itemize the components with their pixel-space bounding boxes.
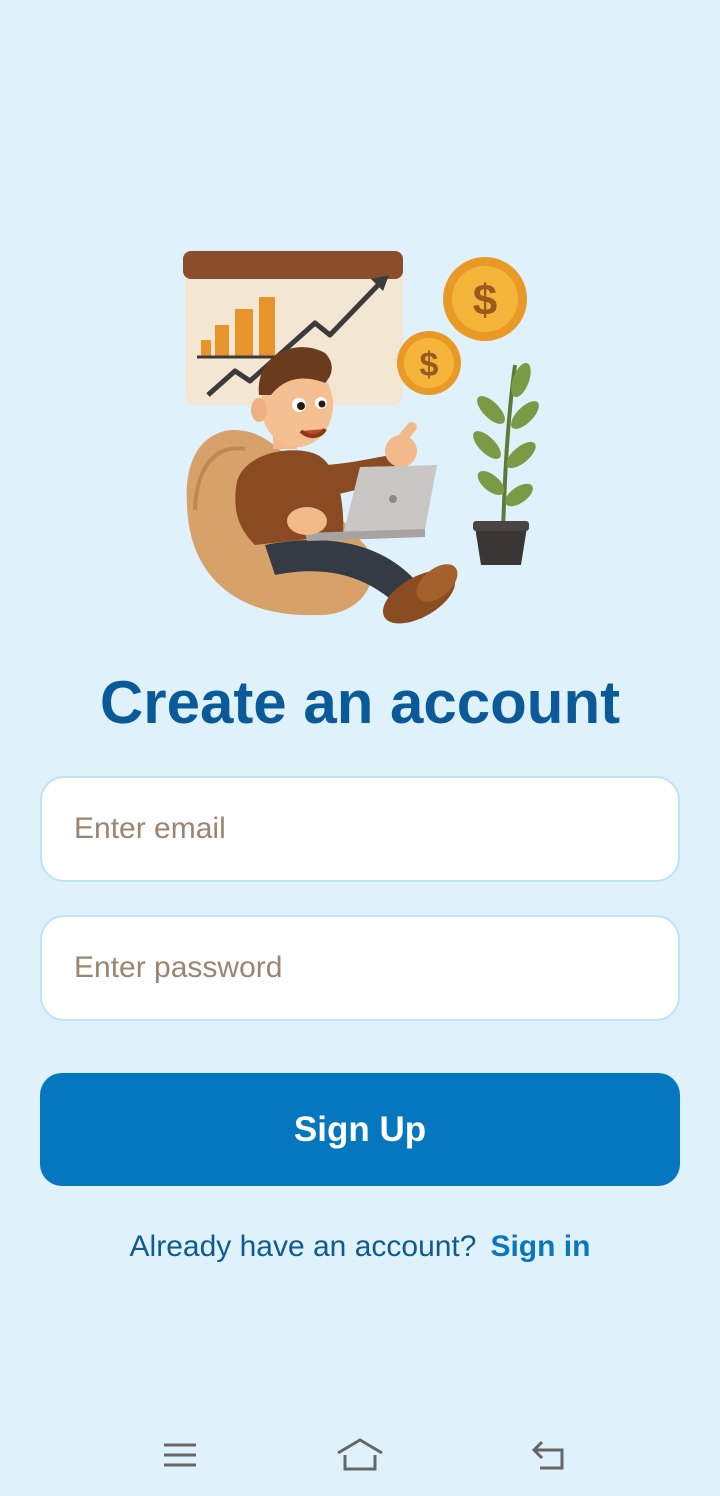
- home-icon[interactable]: [325, 1430, 395, 1480]
- email-input[interactable]: [42, 778, 678, 880]
- system-nav-bar: [0, 1420, 720, 1490]
- password-field[interactable]: [40, 915, 680, 1021]
- coin-icon: $: [443, 257, 527, 341]
- svg-text:$: $: [420, 346, 439, 384]
- coin-icon: $: [397, 331, 461, 395]
- back-icon[interactable]: [513, 1430, 583, 1480]
- sign-in-link[interactable]: Sign in: [490, 1230, 590, 1263]
- plant-icon: [473, 362, 539, 565]
- signin-prompt-row: Already have an account? Sign in: [0, 1230, 720, 1264]
- password-input[interactable]: [42, 917, 678, 1019]
- sign-up-button[interactable]: Sign Up: [40, 1073, 680, 1186]
- menu-icon[interactable]: [145, 1430, 215, 1480]
- svg-text:$: $: [473, 276, 497, 325]
- email-field[interactable]: [40, 776, 680, 882]
- signin-prompt-text: Already have an account?: [129, 1230, 477, 1263]
- hero-illustration: $ $: [175, 245, 545, 630]
- page-title: Create an account: [99, 669, 621, 736]
